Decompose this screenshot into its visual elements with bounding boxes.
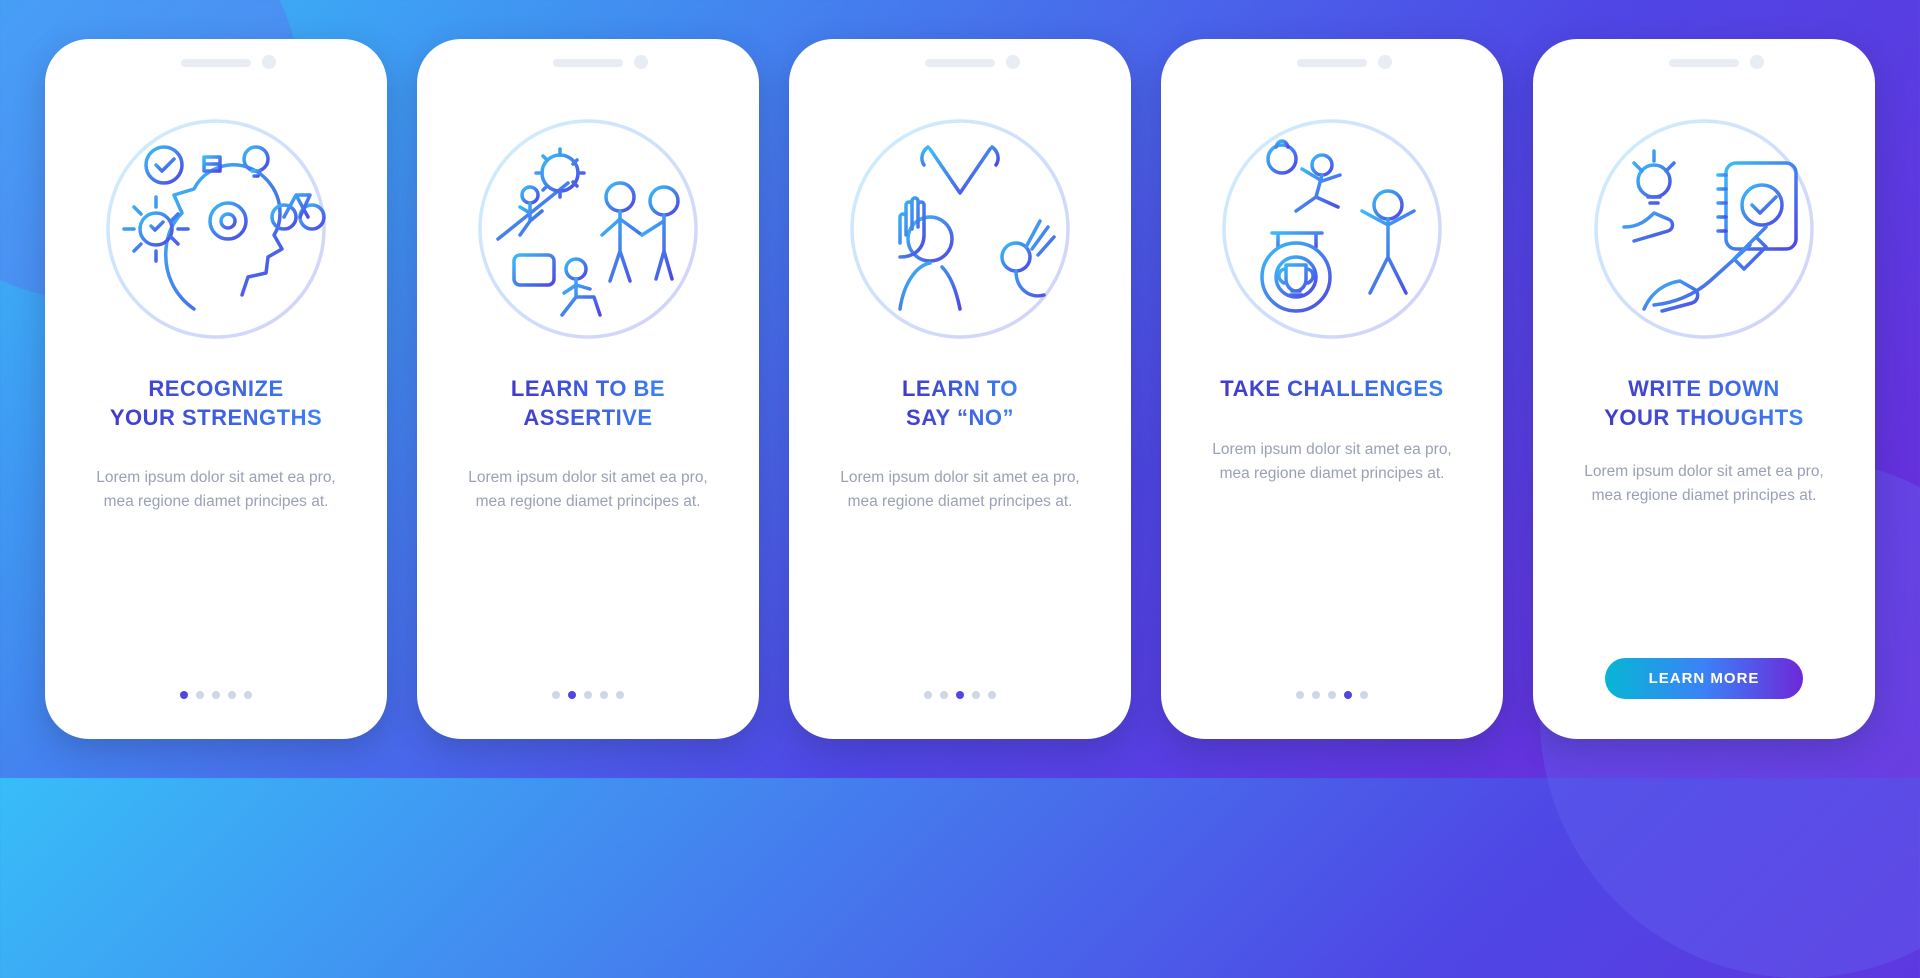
- dot[interactable]: [1312, 691, 1320, 699]
- dot[interactable]: [244, 691, 252, 699]
- screen-title: TAKE CHALLENGES: [1220, 375, 1443, 404]
- screen-body: Lorem ipsum dolor sit amet ea pro, mea r…: [1202, 438, 1462, 486]
- page-indicator: [180, 691, 252, 699]
- screen-body: Lorem ipsum dolor sit amet ea pro, mea r…: [86, 466, 346, 514]
- challenges-icon: [1212, 109, 1452, 349]
- dot[interactable]: [180, 691, 188, 699]
- dot[interactable]: [212, 691, 220, 699]
- screen-title: RECOGNIZE YOUR STRENGTHS: [110, 375, 322, 432]
- strengths-icon: [96, 109, 336, 349]
- phone-notch: [1297, 59, 1367, 67]
- screen-body: Lorem ipsum dolor sit amet ea pro, mea r…: [458, 466, 718, 514]
- page-indicator: [924, 691, 996, 699]
- dot[interactable]: [616, 691, 624, 699]
- phone-camera: [1750, 55, 1764, 69]
- screen-body: Lorem ipsum dolor sit amet ea pro, mea r…: [830, 466, 1090, 514]
- page-indicator: [552, 691, 624, 699]
- dot[interactable]: [956, 691, 964, 699]
- phone-notch: [1669, 59, 1739, 67]
- dot[interactable]: [988, 691, 996, 699]
- dot[interactable]: [1344, 691, 1352, 699]
- onboarding-screen-5: WRITE DOWN YOUR THOUGHTS Lorem ipsum dol…: [1533, 39, 1875, 739]
- dot[interactable]: [584, 691, 592, 699]
- dot[interactable]: [924, 691, 932, 699]
- phone-notch: [925, 59, 995, 67]
- screen-title: LEARN TO SAY “NO”: [902, 375, 1018, 432]
- screen-title: WRITE DOWN YOUR THOUGHTS: [1604, 375, 1804, 432]
- phone-camera: [262, 55, 276, 69]
- dot[interactable]: [1296, 691, 1304, 699]
- phone-notch: [553, 59, 623, 67]
- dot[interactable]: [940, 691, 948, 699]
- dot[interactable]: [1328, 691, 1336, 699]
- dot[interactable]: [228, 691, 236, 699]
- onboarding-screen-4: TAKE CHALLENGES Lorem ipsum dolor sit am…: [1161, 39, 1503, 739]
- onboarding-screen-1: RECOGNIZE YOUR STRENGTHS Lorem ipsum dol…: [45, 39, 387, 739]
- screen-body: Lorem ipsum dolor sit amet ea pro, mea r…: [1574, 460, 1834, 508]
- dot[interactable]: [552, 691, 560, 699]
- write-icon: [1584, 109, 1824, 349]
- dot[interactable]: [972, 691, 980, 699]
- say-no-icon: [840, 109, 1080, 349]
- phone-camera: [1006, 55, 1020, 69]
- dot[interactable]: [1360, 691, 1368, 699]
- dot[interactable]: [196, 691, 204, 699]
- assertive-icon: [468, 109, 708, 349]
- phone-camera: [1378, 55, 1392, 69]
- onboarding-screen-3: LEARN TO SAY “NO” Lorem ipsum dolor sit …: [789, 39, 1131, 739]
- onboarding-screen-2: LEARN TO BE ASSERTIVE Lorem ipsum dolor …: [417, 39, 759, 739]
- phone-camera: [634, 55, 648, 69]
- learn-more-button[interactable]: LEARN MORE: [1605, 658, 1804, 699]
- dot[interactable]: [600, 691, 608, 699]
- dot[interactable]: [568, 691, 576, 699]
- screen-title: LEARN TO BE ASSERTIVE: [511, 375, 665, 432]
- phone-notch: [181, 59, 251, 67]
- page-indicator: [1296, 691, 1368, 699]
